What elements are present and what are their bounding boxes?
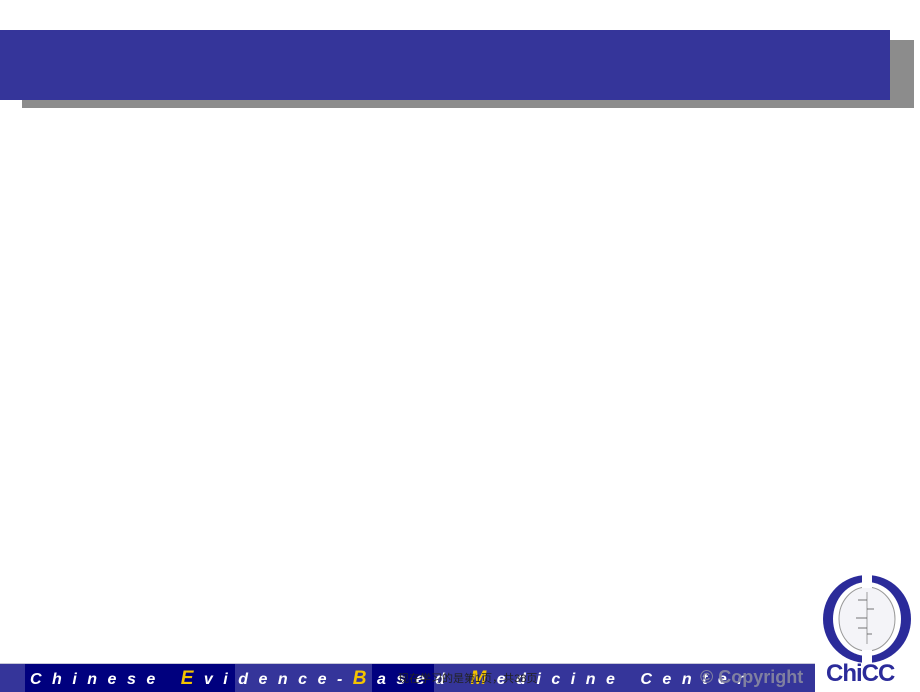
page-indicator: 现在学习的是第1页，共38页: [398, 673, 538, 685]
logo-text: ChiCC: [826, 660, 895, 687]
footer-title: Chinese Evidence-Based Medicine Center: [30, 668, 755, 689]
title-banner: [0, 30, 890, 100]
copyright: © Copyright: [700, 667, 804, 687]
